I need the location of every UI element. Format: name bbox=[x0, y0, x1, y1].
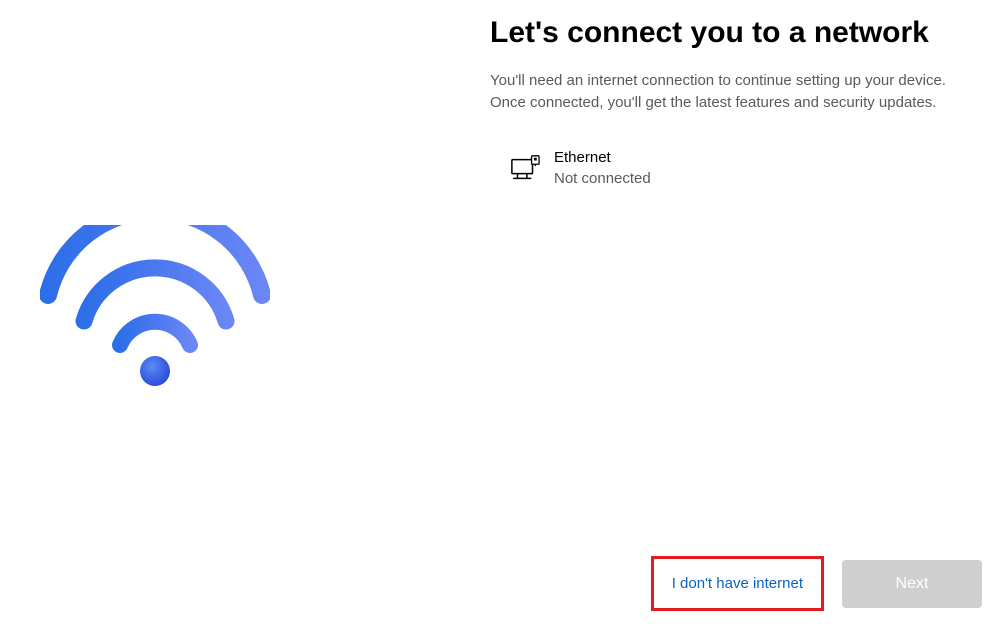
network-list: Ethernet Not connected bbox=[490, 145, 975, 191]
ethernet-icon bbox=[510, 153, 540, 183]
network-status: Not connected bbox=[554, 168, 651, 189]
footer-actions: I don't have internet Next bbox=[651, 556, 982, 611]
page-description: You'll need an internet connection to co… bbox=[490, 70, 970, 115]
network-name: Ethernet bbox=[554, 147, 651, 168]
annotation-highlight: I don't have internet bbox=[651, 556, 824, 611]
network-item-ethernet[interactable]: Ethernet Not connected bbox=[490, 145, 975, 191]
no-internet-button[interactable]: I don't have internet bbox=[656, 561, 819, 606]
page-title: Let's connect you to a network bbox=[490, 14, 975, 52]
next-button[interactable]: Next bbox=[842, 560, 982, 608]
wifi-illustration bbox=[40, 225, 270, 395]
